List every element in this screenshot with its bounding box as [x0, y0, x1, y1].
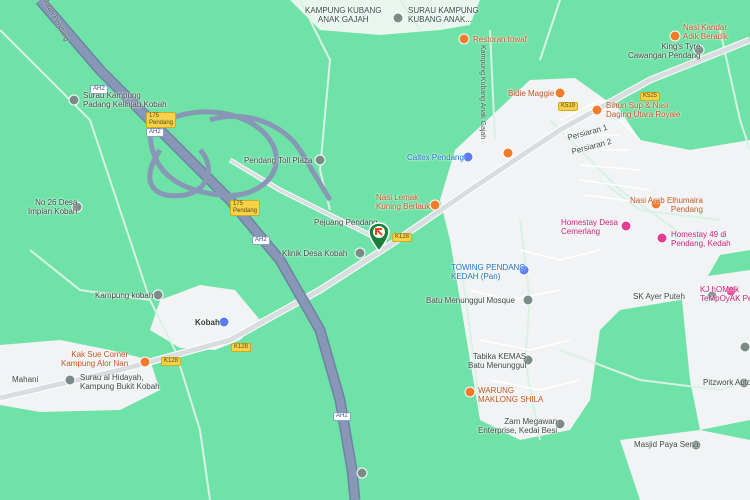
label-pendang-toll-plaza[interactable]: Pendang Toll Plaza: [244, 156, 312, 165]
label-bihun-sup[interactable]: Bihun Sup & Nasi Daging Utara Royale: [606, 101, 680, 119]
label-nasi-arab[interactable]: Nasi Arab Elhumaira Pendang: [630, 196, 703, 214]
route-shield-k128: K128: [161, 357, 182, 366]
route-shield-k519: K519: [558, 102, 579, 111]
label-kampung-kobah[interactable]: Kampung kobah: [95, 291, 153, 300]
label-warung-maklong[interactable]: WARUNG MAKLONG SHILA: [478, 386, 543, 404]
route-shield-175: 175 Pendang: [230, 200, 261, 216]
label-surau-kampung-kubang[interactable]: SURAU KAMPUNG KUBANG ANAK...: [408, 6, 479, 24]
label-masjid-paya-sena[interactable]: Masjid Paya Sena: [634, 440, 698, 449]
route-shield-k128: K128: [231, 343, 252, 352]
label-sk-ayer-puteh[interactable]: SK Ayer Puteh: [633, 292, 685, 301]
label-restoran-towaf[interactable]: Restoran towaf: [473, 35, 527, 44]
label-bidie-maggie[interactable]: Bidie Maggie: [508, 89, 554, 98]
route-shield-175: 175 Pendang: [146, 112, 177, 128]
label-klinik-desa-kobah[interactable]: Klinik Desa Kobah: [282, 249, 347, 258]
route-shield-ah2: AH2: [146, 128, 164, 137]
selected-location-marker[interactable]: [368, 222, 390, 252]
label-caltex-pendang[interactable]: Caltex Pendang: [407, 153, 464, 162]
label-mahani[interactable]: Mahani: [12, 375, 38, 384]
label-surau-al-hidayah[interactable]: Surau al Hidayah, Kampung Bukit Kobah: [80, 373, 160, 391]
label-towing-pendang[interactable]: TOWING PENDANG KEDAH (Pan): [451, 263, 526, 281]
label-kampung-kubang-anak-gajah[interactable]: KAMPUNG KUBANG ANAK GAJAH: [305, 6, 381, 24]
label-kings-tyre[interactable]: King's Tyre Cawangan Pendang: [628, 42, 701, 60]
label-surau-padang[interactable]: Surau Kampung Padang Kelinjau Kobah: [83, 91, 167, 109]
label-batu-menunggul-mosque[interactable]: Batu Menunggul Mosque: [426, 296, 515, 305]
label-homestay-49[interactable]: Homestay 49 di Pendang, Kedah: [671, 230, 731, 248]
route-shield-ah2: AH2: [252, 236, 270, 245]
label-homestay-desa[interactable]: Homestay Desa Cemerlang: [561, 218, 618, 236]
label-pitzwork-auto[interactable]: Pitzwork Auto: [703, 378, 750, 387]
route-shield-k525: K525: [640, 92, 661, 101]
label-no26-desa[interactable]: No 26 Desa Impian Kobah: [28, 198, 77, 216]
label-tabika-kemas[interactable]: Tabika KEMAS Batu Menunggul: [468, 352, 526, 370]
road-label-kampung-kubang: Kampung Kubang Anak Gajah: [479, 45, 486, 140]
route-shield-ah2: AH2: [333, 412, 351, 421]
label-nasi-lemak[interactable]: Nasi Lemak Kuning Berlauk: [376, 193, 430, 211]
label-kobah[interactable]: Kobah: [195, 318, 220, 327]
label-nasi-kandar[interactable]: Nasi Kandar Adik Beradik: [683, 23, 728, 41]
label-zam-megawan[interactable]: Zam Megawan Enterprise, Kedai Besi: [478, 417, 557, 435]
label-kak-sue-corner[interactable]: Kak Sue Corner Kampung Alor Nan: [61, 350, 128, 368]
label-kj-homelk[interactable]: KJ hOMelk TeMpOyAK Peh: [700, 285, 750, 303]
route-shield-k128: K128: [392, 233, 413, 242]
